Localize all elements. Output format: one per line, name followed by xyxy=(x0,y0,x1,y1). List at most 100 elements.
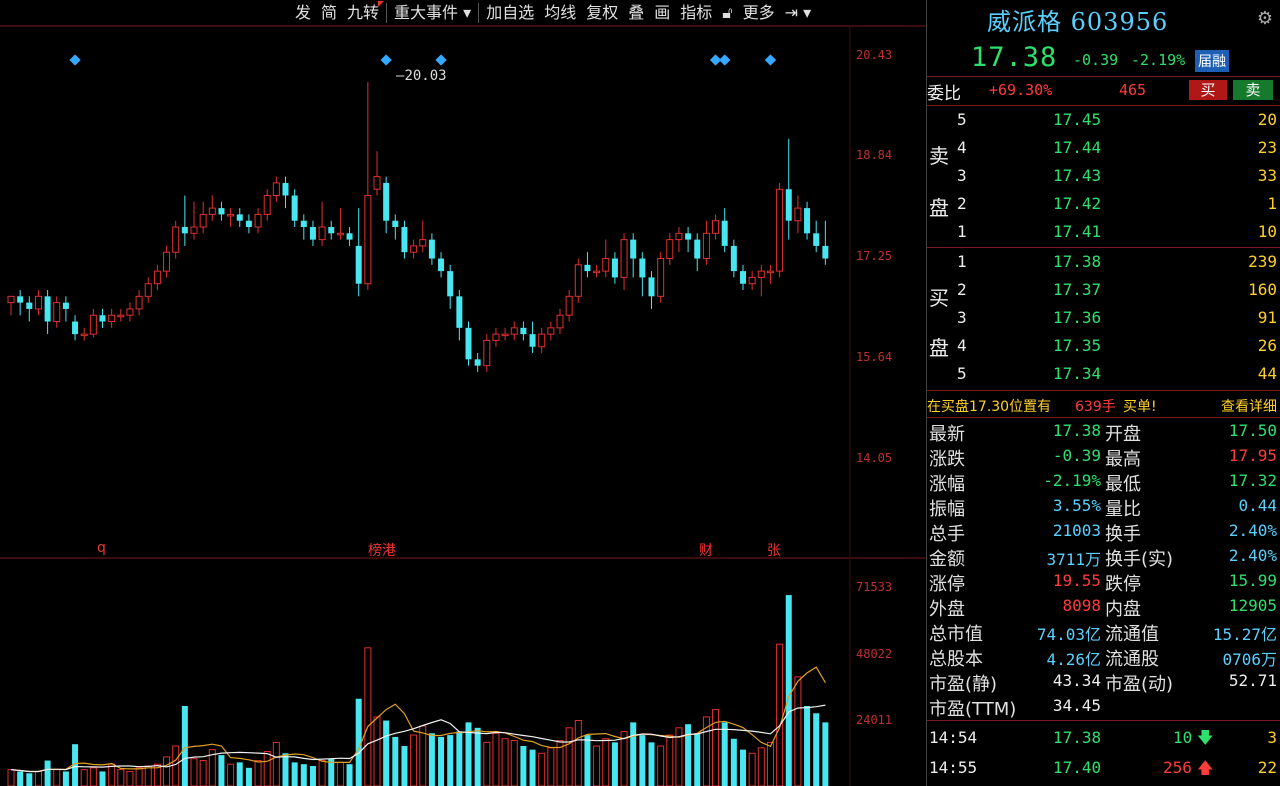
bid-row[interactable]: 5 17.34 44 xyxy=(927,362,1280,388)
event-diamond-icon[interactable] xyxy=(380,54,392,66)
volume-bar xyxy=(80,769,88,786)
volume-bar xyxy=(172,745,180,786)
bid-price: 17.34 xyxy=(1053,364,1102,383)
event-diamond-icon[interactable] xyxy=(69,54,81,66)
stock-name: 威派格 xyxy=(987,8,1062,36)
stat-value: 15.27亿 xyxy=(1212,625,1277,644)
volume-axis-label: 24011 xyxy=(856,713,893,727)
big-order-notice: 在买盘17.30位置有 639手 买单! 查看详细 xyxy=(927,393,1280,417)
candle-body xyxy=(538,333,546,348)
candle-body xyxy=(483,339,491,367)
divider xyxy=(927,76,1280,77)
ask-row[interactable]: 1 17.41 10 xyxy=(927,220,1280,246)
volume-bar xyxy=(593,745,601,786)
candle-body xyxy=(584,264,591,272)
stat-item: 换手 2.40% xyxy=(1105,520,1277,545)
candle-body xyxy=(392,220,399,228)
volume-bar xyxy=(813,713,820,786)
candle-body xyxy=(766,270,774,274)
candle-body xyxy=(776,188,784,272)
tick-count: 22 xyxy=(1257,758,1277,777)
candle-body xyxy=(373,176,381,190)
volume-bar xyxy=(383,720,390,786)
ask-row[interactable]: 4 17.44 23 xyxy=(927,136,1280,162)
arrow-down-icon: 🡇 xyxy=(1197,728,1214,747)
candle-body xyxy=(318,226,326,241)
candle-body xyxy=(383,182,390,221)
divider xyxy=(927,247,1280,248)
view-detail-link[interactable]: 查看详细 xyxy=(1221,396,1277,416)
volume-axis-label: 71533 xyxy=(856,580,893,594)
volume-bar xyxy=(776,643,784,786)
bid-row[interactable]: 1 17.38 239 xyxy=(927,250,1280,276)
event-label[interactable]: q xyxy=(97,540,106,556)
ask-row[interactable]: 5 17.45 20 xyxy=(927,108,1280,134)
ask-level: 2 xyxy=(957,194,967,213)
stat-label: 开盘 xyxy=(1105,424,1141,445)
bid-row[interactable]: 3 17.36 91 xyxy=(927,306,1280,332)
stat-label: 换手(实) xyxy=(1105,549,1174,570)
volume-bar xyxy=(392,736,399,786)
candle-body xyxy=(401,227,408,253)
tick-time: 14:55 xyxy=(929,758,978,777)
volume-bar xyxy=(501,738,509,786)
volume-bar xyxy=(117,769,125,786)
bid-row[interactable]: 2 17.37 160 xyxy=(927,278,1280,304)
candle-body xyxy=(346,233,353,240)
volume-bar xyxy=(694,733,701,786)
stat-value: 17.38 xyxy=(1052,421,1101,440)
event-diamond-icon[interactable] xyxy=(719,54,731,66)
stat-label: 金额 xyxy=(929,549,965,570)
stat-value: -2.19% xyxy=(1043,471,1101,490)
candle-body xyxy=(300,220,307,228)
volume-bar xyxy=(272,741,280,786)
sell-button[interactable]: 卖 xyxy=(1233,80,1273,100)
volume-bar xyxy=(144,765,152,786)
candle-body xyxy=(144,283,152,297)
gear-icon[interactable]: ⚙ xyxy=(1257,8,1273,29)
event-diamond-icon[interactable] xyxy=(764,54,777,66)
event-diamond-icon[interactable] xyxy=(435,54,447,66)
event-label[interactable]: 财 xyxy=(699,540,713,560)
ask-row[interactable]: 3 17.43 33 xyxy=(927,164,1280,190)
stat-value: 21003 xyxy=(1052,521,1101,540)
ask-row[interactable]: 2 17.42 1 xyxy=(927,192,1280,218)
weicha: 465 xyxy=(1119,81,1147,99)
candle-body xyxy=(804,208,811,234)
stat-value: 2.40% xyxy=(1228,521,1277,540)
candle-body xyxy=(794,207,802,222)
candle-body xyxy=(520,327,527,335)
arrow-up-icon: 🡅 xyxy=(1197,758,1214,777)
buy-button[interactable]: 买 xyxy=(1189,80,1227,100)
candle-body xyxy=(72,321,79,335)
candlestick-chart[interactable] xyxy=(0,0,925,786)
candle-body xyxy=(199,213,207,228)
event-label[interactable]: 张 xyxy=(767,540,781,560)
stat-item: 最低 17.32 xyxy=(1105,470,1277,495)
event-label[interactable]: 榜港 xyxy=(368,540,396,560)
bid-volume: 44 xyxy=(1257,364,1277,383)
volume-bar xyxy=(291,762,298,786)
buy-side-label: 盘 xyxy=(929,336,949,360)
bid-row[interactable]: 4 17.35 26 xyxy=(927,334,1280,360)
high-marker-value: 20.03 xyxy=(404,68,447,84)
candle-body xyxy=(53,302,61,323)
stat-label: 外盘 xyxy=(929,599,965,620)
stat-item: 跌停 15.99 xyxy=(1105,570,1277,595)
volume-bar xyxy=(766,741,774,786)
stat-label: 总市值 xyxy=(929,624,983,645)
quote-header: 威派格 603956 ⚙ xyxy=(927,0,1280,38)
bid-level: 5 xyxy=(957,364,967,383)
ask-level: 5 xyxy=(957,110,967,129)
volume-bar xyxy=(53,769,61,786)
volume-bar xyxy=(26,773,33,786)
candle-body xyxy=(99,315,106,322)
candle-body xyxy=(364,195,372,285)
stat-value: 52.71 xyxy=(1228,671,1277,690)
stat-label: 流通股 xyxy=(1105,649,1159,670)
stat-label: 最低 xyxy=(1105,474,1141,495)
stat-value: 43.34 xyxy=(1052,671,1101,690)
volume-bar xyxy=(190,758,198,786)
candle-body xyxy=(630,239,637,259)
stat-value: 3.55% xyxy=(1052,496,1101,515)
